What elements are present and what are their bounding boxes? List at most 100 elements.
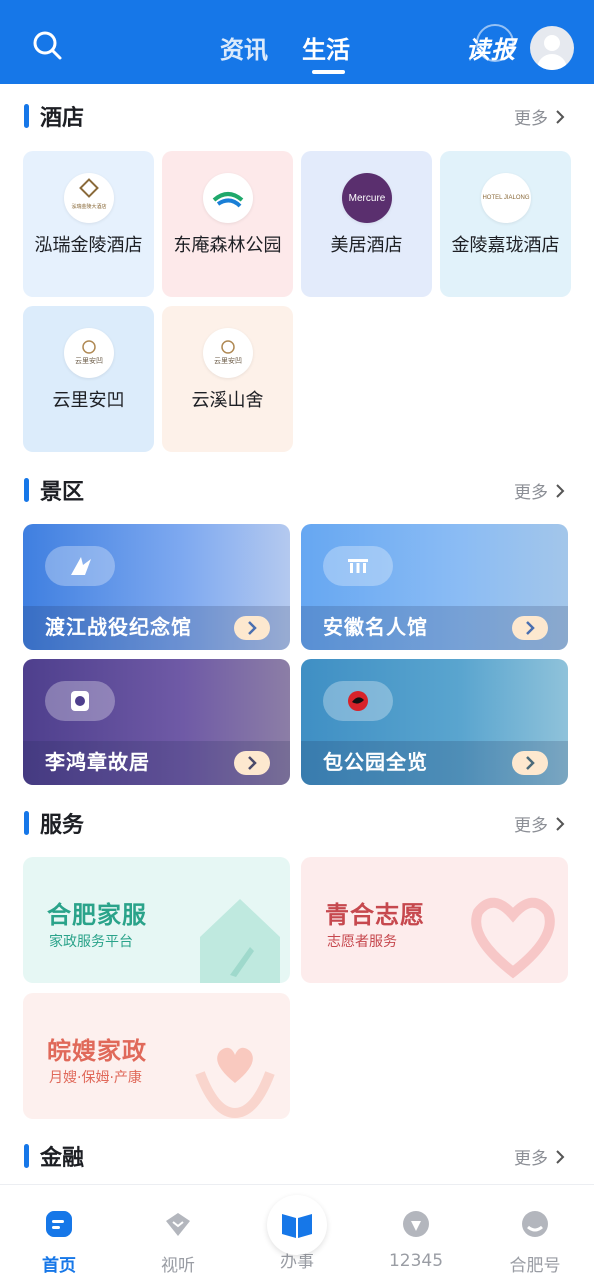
- section-title: 酒店: [40, 106, 85, 131]
- bottom-nav: 首页 视听 办事 12345 合肥号: [0, 1184, 594, 1280]
- yunli-logo-text: 云里安凹: [75, 356, 103, 365]
- jialong-logo-text: HOTEL JIALONG: [482, 195, 530, 201]
- main-content: 酒店 更多 泓瑞金陵大酒店 泓瑞金陵酒店 东庵森林公园 Mercure 美居酒店…: [0, 84, 594, 1184]
- chevron-right-icon: [512, 616, 548, 640]
- hotel-card[interactable]: 泓瑞金陵大酒店 泓瑞金陵酒店: [23, 151, 154, 297]
- nav-label: 视听: [161, 1256, 195, 1276]
- scenic-more-link[interactable]: 更多: [514, 478, 566, 503]
- book-icon: [282, 1214, 312, 1238]
- scenic-name: 安徽名人馆: [323, 615, 428, 639]
- house-cleaning-icon: [200, 899, 280, 983]
- hotel-card[interactable]: 东庵森林公园: [162, 151, 293, 297]
- service-card[interactable]: 合肥家服 家政服务平台: [23, 857, 290, 983]
- nav-video[interactable]: 视听: [138, 1209, 218, 1276]
- nav-services[interactable]: 办事: [257, 1195, 337, 1272]
- dubao-ring-icon: [476, 24, 514, 62]
- active-tab-indicator: [312, 70, 345, 74]
- more-label: 更多: [514, 109, 548, 129]
- nav-label: 首页: [42, 1256, 76, 1276]
- scenic-card[interactable]: 安徽名人馆: [301, 524, 568, 650]
- hotel-logo-text: 泓瑞金陵大酒店: [71, 203, 106, 210]
- scenic-card[interactable]: 李鸿章故居: [23, 659, 290, 785]
- memorial-badge-icon: [45, 546, 115, 586]
- top-header: 资讯 生活 读报: [0, 0, 594, 84]
- scenic-name: 李鸿章故居: [45, 750, 150, 774]
- section-bar: [24, 811, 29, 835]
- section-title: 景区: [40, 480, 85, 505]
- tab-news[interactable]: 资讯: [220, 30, 268, 65]
- chevron-right-icon: [512, 751, 548, 775]
- top-tabs: 资讯 生活: [220, 30, 350, 74]
- heart-flower-icon: [195, 1047, 275, 1119]
- home-icon: [46, 1211, 72, 1237]
- section-bar: [24, 1144, 29, 1168]
- section-bar: [24, 478, 29, 502]
- scenic-name: 包公园全览: [323, 750, 428, 774]
- more-label: 更多: [514, 483, 548, 503]
- scenic-name: 渡江战役纪念馆: [45, 615, 192, 639]
- section-bar: [24, 104, 29, 128]
- chevron-right-icon: [556, 1149, 565, 1164]
- chevron-right-icon: [556, 816, 565, 831]
- section-finance-header: 金融 更多: [24, 1140, 570, 1171]
- hotel-card[interactable]: Mercure 美居酒店: [301, 151, 432, 297]
- mercure-logo-icon: Mercure: [342, 173, 392, 223]
- chevron-right-icon: [556, 109, 565, 124]
- jialong-logo-icon: HOTEL JIALONG: [481, 173, 531, 223]
- service-more-link[interactable]: 更多: [514, 811, 566, 836]
- search-icon[interactable]: [30, 28, 64, 62]
- nav-hefei-account[interactable]: 合肥号: [495, 1209, 575, 1276]
- hotel-name: 云里安凹: [52, 390, 125, 411]
- hotel-name: 泓瑞金陵酒店: [34, 235, 143, 256]
- hotel-card[interactable]: 云里安凹 云里安凹: [23, 306, 154, 452]
- yunxi-logo-icon: 云里安凹: [203, 328, 253, 378]
- tab-life-label: 生活: [302, 36, 350, 64]
- hotel-more-link[interactable]: 更多: [514, 104, 566, 129]
- celebrity-hall-badge-icon: [323, 546, 393, 586]
- scenic-card[interactable]: 渡江战役纪念馆: [23, 524, 290, 650]
- hotel-name: 金陵嘉珑酒店: [451, 235, 560, 256]
- section-title: 服务: [40, 813, 85, 838]
- nav-hotline[interactable]: 12345: [376, 1209, 456, 1271]
- avatar-head-icon: [544, 35, 560, 51]
- scenic-card[interactable]: 包公园全览: [301, 659, 568, 785]
- finance-more-link[interactable]: 更多: [514, 1144, 566, 1169]
- newspaper-button[interactable]: 读报: [466, 24, 516, 65]
- hotel-name: 东庵森林公园: [173, 235, 282, 256]
- former-residence-badge-icon: [45, 681, 115, 721]
- service-subtitle: 志愿者服务: [327, 934, 397, 950]
- chevron-right-icon: [234, 616, 270, 640]
- avatar[interactable]: [530, 26, 574, 70]
- service-subtitle: 月嫂·保姆·产康: [49, 1070, 142, 1086]
- service-card[interactable]: 皖嫂家政 月嫂·保姆·产康: [23, 993, 290, 1119]
- heart-hand-icon: [471, 897, 555, 979]
- section-service-header: 服务 更多: [24, 807, 570, 838]
- services-center-button: [267, 1195, 327, 1255]
- video-icon: [166, 1213, 190, 1236]
- hotel-card[interactable]: HOTEL JIALONG 金陵嘉珑酒店: [440, 151, 571, 297]
- hotel-logo-icon: 泓瑞金陵大酒店: [64, 173, 114, 223]
- more-label: 更多: [514, 816, 548, 836]
- chevron-right-icon: [556, 483, 565, 498]
- service-title: 青合志愿: [325, 901, 425, 929]
- tab-life[interactable]: 生活: [302, 30, 350, 74]
- avatar-body-icon: [537, 54, 567, 70]
- more-label: 更多: [514, 1149, 548, 1169]
- nav-home[interactable]: 首页: [19, 1209, 99, 1276]
- nav-label: 12345: [388, 1251, 444, 1271]
- yunli-logo-icon: 云里安凹: [64, 328, 114, 378]
- chevron-right-icon: [234, 751, 270, 775]
- hotel-name: 美居酒店: [330, 235, 403, 256]
- yunxi-logo-text: 云里安凹: [214, 356, 242, 365]
- section-title: 金融: [40, 1146, 85, 1171]
- section-hotel-header: 酒店 更多: [24, 100, 570, 131]
- service-card[interactable]: 青合志愿 志愿者服务: [301, 857, 568, 983]
- hotline-icon: [403, 1211, 429, 1237]
- service-subtitle: 家政服务平台: [49, 934, 133, 950]
- service-title: 合肥家服: [47, 901, 147, 929]
- hotel-card[interactable]: 云里安凹 云溪山舍: [162, 306, 293, 452]
- account-icon: [522, 1211, 548, 1237]
- section-scenic-header: 景区 更多: [24, 474, 570, 505]
- hotel-name: 云溪山舍: [191, 390, 264, 411]
- mercure-logo-text: Mercure: [348, 192, 386, 204]
